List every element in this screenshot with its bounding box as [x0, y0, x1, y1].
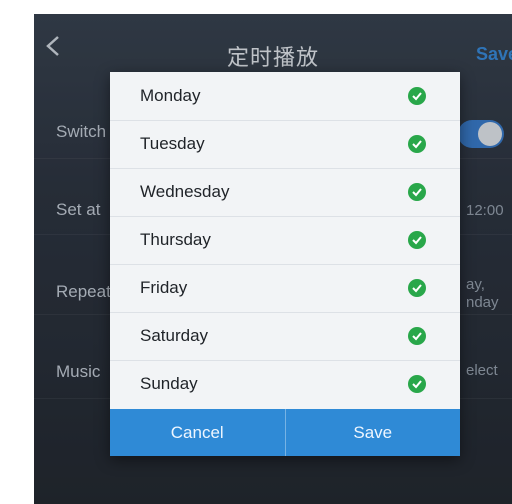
day-row-friday[interactable]: Friday: [110, 264, 460, 313]
check-icon: [408, 231, 426, 249]
day-label: Friday: [140, 278, 188, 297]
day-row-sunday[interactable]: Sunday: [110, 360, 460, 409]
app-screen: 定时播放 Save Switch Set at 12:00 Repeat ay,…: [34, 14, 512, 504]
day-label: Wednesday: [140, 182, 230, 201]
day-label: Saturday: [140, 326, 209, 345]
save-button[interactable]: Save: [284, 409, 461, 456]
day-row-wednesday[interactable]: Wednesday: [110, 168, 460, 217]
check-icon: [408, 327, 426, 345]
dialog-button-bar: Cancel Save: [110, 409, 460, 456]
day-row-monday[interactable]: Monday: [110, 72, 460, 121]
day-row-saturday[interactable]: Saturday: [110, 312, 460, 361]
day-label: Monday: [140, 86, 201, 105]
day-row-tuesday[interactable]: Tuesday: [110, 120, 460, 169]
check-icon: [408, 87, 426, 105]
check-icon: [408, 375, 426, 393]
cancel-button[interactable]: Cancel: [110, 409, 285, 456]
check-icon: [408, 279, 426, 297]
repeat-days-dialog: Monday Tuesday Wednesday Thursday Friday: [110, 72, 460, 456]
check-icon: [408, 135, 426, 153]
day-label: Tuesday: [140, 134, 205, 153]
day-row-thursday[interactable]: Thursday: [110, 216, 460, 265]
check-icon: [408, 183, 426, 201]
day-label: Sunday: [140, 374, 198, 393]
day-label: Thursday: [140, 230, 211, 249]
